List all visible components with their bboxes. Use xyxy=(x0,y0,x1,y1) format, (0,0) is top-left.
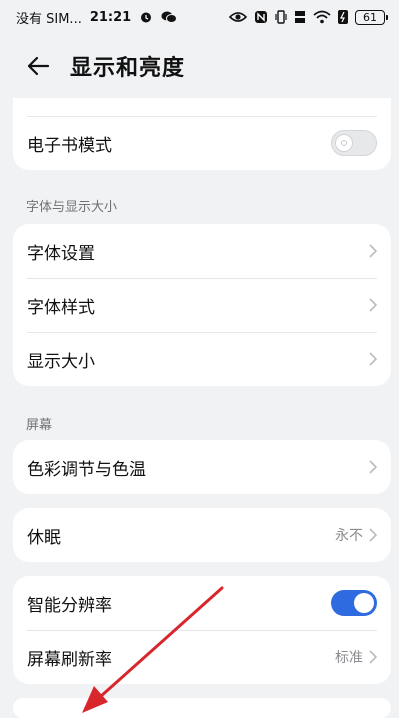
resolution-card: 智能分辨率 屏幕刷新率 标准 xyxy=(13,576,391,684)
ebook-card: 电子书模式 xyxy=(13,98,391,170)
refresh-rate-value: 标准 xyxy=(335,650,363,666)
page-title: 显示和亮度 xyxy=(70,56,186,81)
network-speed-icon xyxy=(294,9,306,25)
title-bar: 显示和亮度 xyxy=(0,44,399,88)
chevron-right-icon xyxy=(369,460,377,474)
font-card: 字体设置 字体样式 显示大小 xyxy=(13,224,391,386)
font-style-label: 字体样式 xyxy=(27,297,95,318)
font-settings-label: 字体设置 xyxy=(27,243,95,264)
font-style-row[interactable]: 字体样式 xyxy=(13,278,391,332)
display-size-label: 显示大小 xyxy=(27,351,95,372)
eye-comfort-icon xyxy=(229,11,247,23)
sleep-value: 永不 xyxy=(335,528,363,544)
battery-indicator: 61 xyxy=(355,9,388,25)
smart-resolution-label: 智能分辨率 xyxy=(27,595,112,616)
chevron-right-icon xyxy=(369,298,377,312)
color-card: 色彩调节与色温 xyxy=(13,440,391,494)
sleep-card: 休眠 永不 xyxy=(13,508,391,562)
chevron-right-icon xyxy=(369,352,377,366)
ebook-mode-toggle[interactable] xyxy=(331,130,377,156)
back-button[interactable] xyxy=(18,46,58,86)
alarm-icon xyxy=(139,10,153,24)
section-title-screen: 屏幕 xyxy=(26,418,53,433)
chevron-right-icon xyxy=(369,528,377,542)
nfc-icon xyxy=(254,10,268,24)
wechat-icon xyxy=(161,10,178,24)
vibrate-icon xyxy=(275,10,287,24)
ebook-mode-label: 电子书模式 xyxy=(27,135,112,156)
sleep-label: 休眠 xyxy=(27,527,61,548)
color-temperature-label: 色彩调节与色温 xyxy=(27,459,146,480)
color-temperature-row[interactable]: 色彩调节与色温 xyxy=(13,440,391,494)
status-bar: 没有 SIM... 21:21 61 xyxy=(0,0,399,34)
wifi-icon xyxy=(313,10,331,24)
back-arrow-icon xyxy=(27,56,50,76)
chevron-right-icon xyxy=(369,650,377,664)
battery-level: 61 xyxy=(363,10,377,24)
section-title-font: 字体与显示大小 xyxy=(26,200,118,215)
ebook-mode-row[interactable]: 电子书模式 xyxy=(13,116,391,170)
partial-card xyxy=(13,698,391,718)
refresh-rate-row[interactable]: 屏幕刷新率 标准 xyxy=(13,630,391,684)
clock: 21:21 xyxy=(89,9,132,25)
carrier-text: 没有 SIM... xyxy=(16,11,82,27)
refresh-rate-label: 屏幕刷新率 xyxy=(27,649,112,670)
smart-resolution-row[interactable]: 智能分辨率 xyxy=(13,576,391,630)
font-settings-row[interactable]: 字体设置 xyxy=(13,224,391,278)
smart-resolution-toggle[interactable] xyxy=(331,590,377,616)
sleep-row[interactable]: 休眠 永不 xyxy=(13,508,391,562)
chevron-right-icon xyxy=(369,244,377,258)
display-size-row[interactable]: 显示大小 xyxy=(13,332,391,386)
charging-icon xyxy=(338,10,348,24)
